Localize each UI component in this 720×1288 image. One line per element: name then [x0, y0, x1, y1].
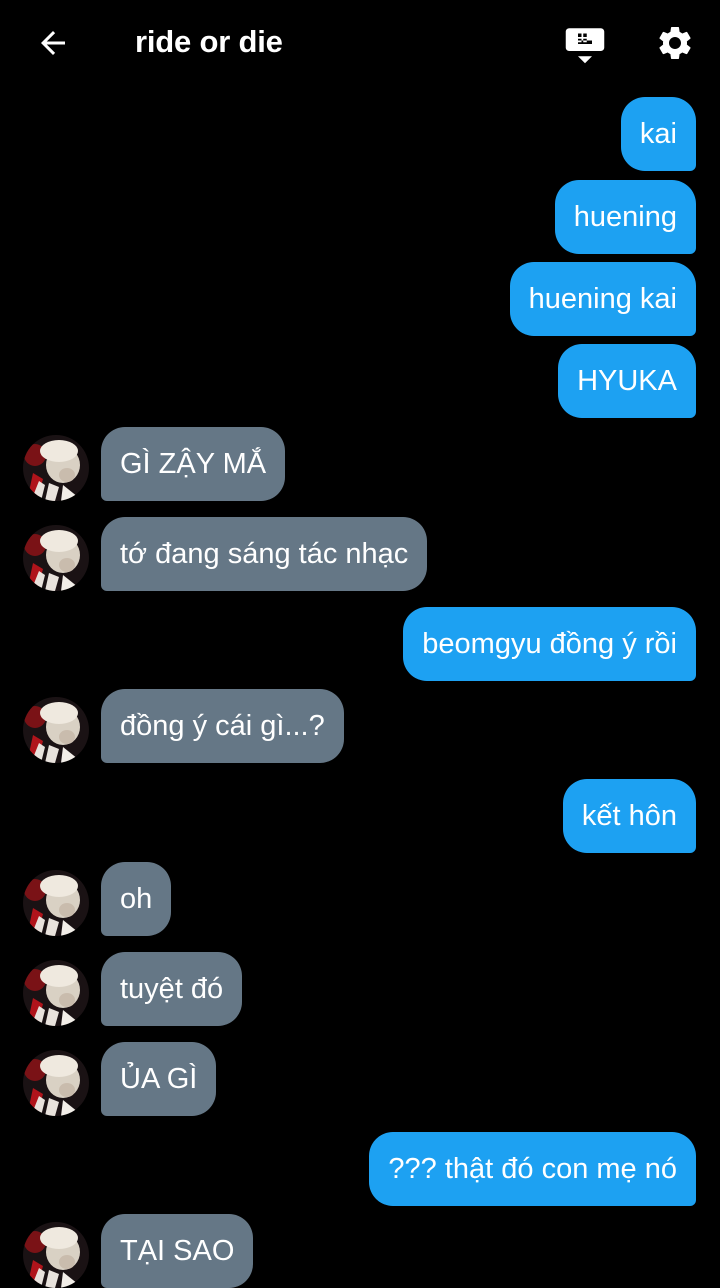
back-button[interactable] — [30, 22, 76, 68]
received-message[interactable]: oh — [101, 862, 172, 936]
message-text: kết hôn — [581, 799, 677, 832]
sent-message[interactable]: HYUKA — [558, 344, 696, 418]
arrow-left-icon — [35, 25, 71, 66]
avatar[interactable] — [23, 1222, 89, 1288]
message-text: HYUKA — [577, 364, 677, 397]
message-text: tớ đang sáng tác nhạc — [120, 537, 409, 570]
message-list: kai huening huening kai HYUKA GÌ ZẬY MẮ … — [0, 0, 720, 1288]
sent-message[interactable]: kết hôn — [562, 779, 696, 853]
gear-icon — [655, 23, 695, 68]
message-text: oh — [120, 882, 153, 915]
message-text: huening — [573, 200, 677, 233]
settings-button[interactable] — [652, 22, 698, 68]
sent-message[interactable]: kai — [620, 97, 696, 171]
message-text: TẠI SAO — [120, 1234, 235, 1267]
received-message[interactable]: đồng ý cái gì...? — [101, 689, 344, 763]
message-text: kai — [639, 117, 677, 150]
top-bar: ride or die — [0, 0, 720, 90]
message-text: ỦA GÌ — [120, 1062, 198, 1095]
avatar[interactable] — [23, 870, 89, 936]
conversation-title: ride or die — [135, 24, 283, 59]
message-text: tuyệt đó — [120, 972, 224, 1005]
avatar[interactable] — [23, 1050, 89, 1116]
avatar[interactable] — [23, 697, 89, 763]
sent-message[interactable]: huening kai — [509, 262, 696, 336]
sent-message[interactable]: ??? thật đó con mẹ nó — [369, 1132, 696, 1206]
message-text: ??? thật đó con mẹ nó — [388, 1152, 677, 1185]
keyboard-icon — [564, 23, 606, 70]
received-message[interactable]: GÌ ZẬY MẮ — [101, 427, 286, 501]
avatar[interactable] — [23, 525, 89, 591]
avatar[interactable] — [23, 960, 89, 1026]
received-message[interactable]: ỦA GÌ — [101, 1042, 217, 1116]
sent-message[interactable]: huening — [554, 180, 696, 254]
avatar[interactable] — [23, 435, 89, 501]
sent-message[interactable]: beomgyu đồng ý rồi — [403, 607, 696, 681]
received-message[interactable]: tớ đang sáng tác nhạc — [101, 517, 428, 591]
message-text: GÌ ZẬY MẮ — [120, 447, 267, 480]
message-text: beomgyu đồng ý rồi — [422, 627, 677, 660]
received-message[interactable]: TẠI SAO — [101, 1214, 254, 1288]
received-message[interactable]: tuyệt đó — [101, 952, 243, 1026]
message-text: huening kai — [528, 282, 677, 315]
message-text: đồng ý cái gì...? — [120, 709, 325, 742]
keyboard-button[interactable] — [562, 24, 608, 68]
